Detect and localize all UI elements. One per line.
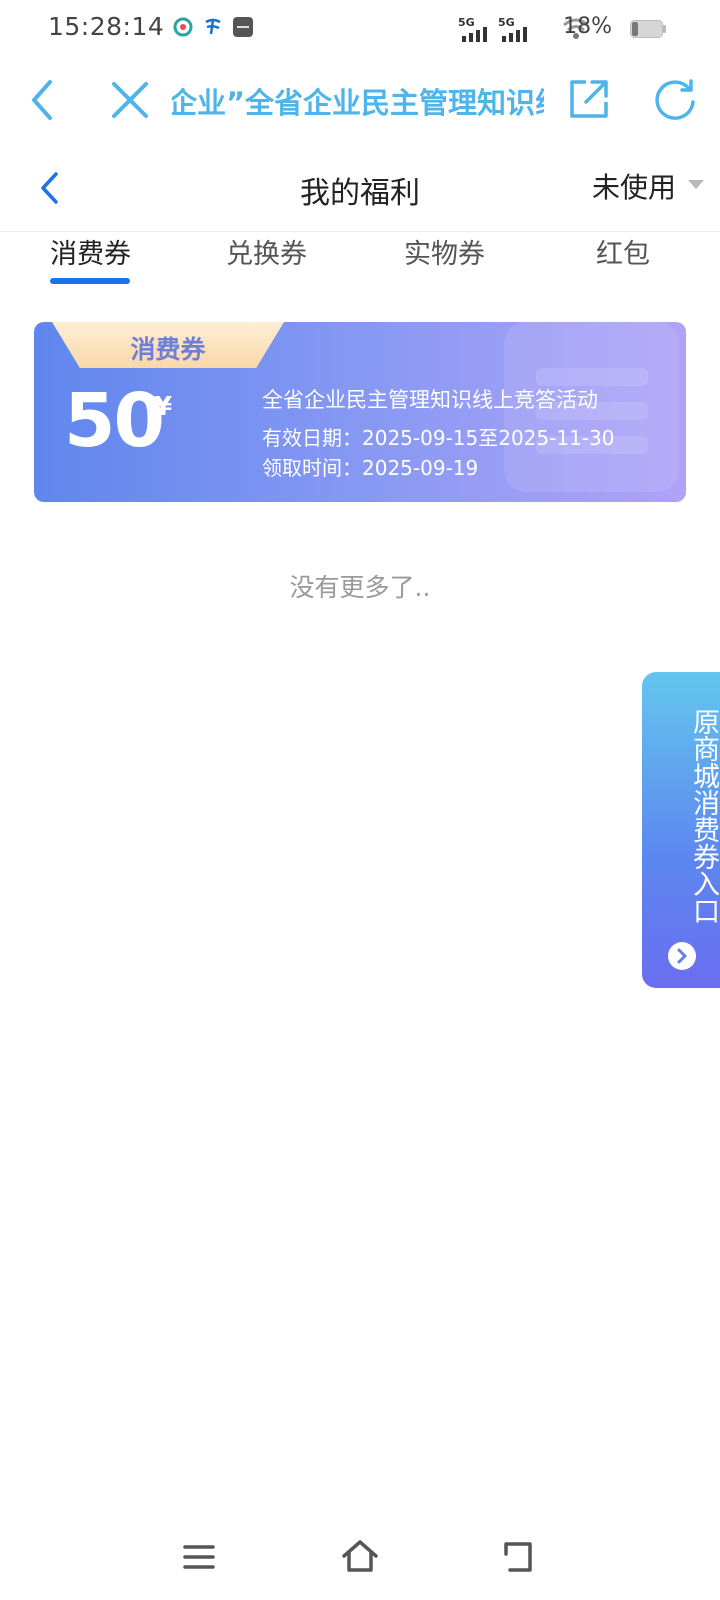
battery-percent: 18%: [563, 14, 612, 39]
side-entry-label: 原商城消费券入口: [688, 708, 719, 924]
tab-active-indicator: [50, 278, 130, 284]
page-header: 我的福利 未使用: [0, 150, 720, 232]
tab-exchange-coupon[interactable]: 兑换券: [226, 232, 307, 271]
system-nav-bar: [0, 1520, 720, 1600]
home-icon[interactable]: [340, 1538, 380, 1574]
chevron-right-icon: [668, 942, 696, 970]
vivo-app-icon: [233, 17, 253, 37]
list-end-text: 没有更多了..: [289, 573, 431, 602]
close-icon[interactable]: [110, 80, 150, 120]
coupon-valid-date: 有效日期：2025-09-15至2025-11-30: [262, 426, 615, 450]
status-time: 15:28:14: [48, 12, 165, 41]
battery-icon: [630, 20, 666, 38]
tab-consumption-coupon[interactable]: 消费券: [50, 232, 131, 271]
tab-red-packet[interactable]: 红包: [596, 232, 650, 271]
page: 15:28:14 5G 5G 18% 企业”全省企业民主管理知识 我的福利 未使…: [0, 0, 720, 1600]
notification-icons: [172, 16, 254, 38]
external-link-icon[interactable]: [568, 78, 610, 120]
coupon-received-date: 领取时间：2025-09-19: [262, 456, 479, 480]
old-mall-coupon-entry-button[interactable]: 原商城消费券入口: [642, 672, 720, 988]
coupon-tabs: 消费券 兑换券 实物券 红包: [0, 232, 720, 292]
tab-physical-coupon[interactable]: 实物券: [404, 232, 485, 271]
coupon-currency: ¥: [154, 392, 173, 422]
status-filter-dropdown[interactable]: 未使用: [592, 166, 676, 206]
telecom-carrier-icon: [205, 18, 221, 35]
coupon-activity-name: 全省企业民主管理知识线上竞答活动: [262, 388, 598, 412]
mobile-carrier-icon: [173, 17, 193, 37]
coupon-amount: 50: [64, 378, 165, 464]
refresh-icon[interactable]: [652, 76, 698, 122]
status-bar: 15:28:14 5G 5G 18%: [0, 0, 720, 56]
status-right: 5G 5G 18%: [420, 12, 720, 46]
chevron-down-icon[interactable]: [688, 180, 704, 189]
browser-page-title: 企业”全省企业民主管理知识线上竞答活动: [172, 86, 544, 120]
back-arrow-icon[interactable]: [28, 78, 56, 122]
browser-toolbar: 企业”全省企业民主管理知识线上竞答活动: [0, 60, 720, 140]
menu-icon[interactable]: [182, 1542, 216, 1572]
back-icon[interactable]: [500, 1540, 536, 1574]
coupon-card[interactable]: 消费券 50 ¥ 全省企业民主管理知识线上竞答活动 有效日期：2025-09-1…: [34, 322, 686, 502]
coupon-type-tag: 消费券: [52, 322, 284, 368]
